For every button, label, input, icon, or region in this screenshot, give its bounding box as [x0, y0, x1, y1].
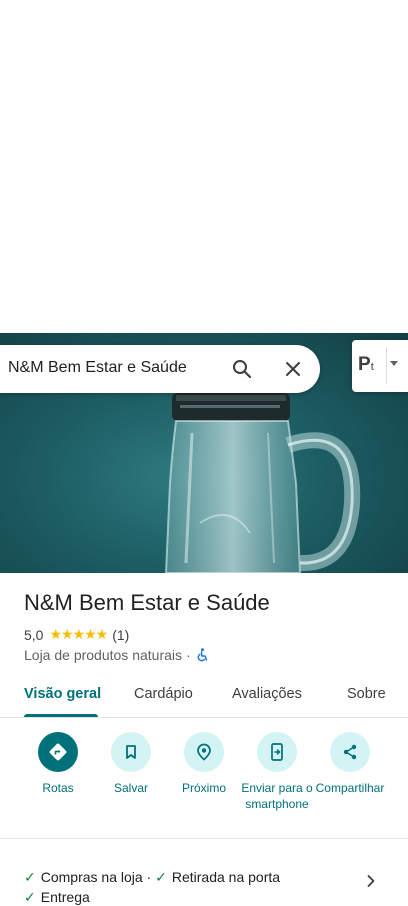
share-button[interactable]: Compartilhar	[310, 732, 390, 796]
divider	[386, 348, 387, 384]
category-row: Loja de produtos naturais ·	[24, 647, 209, 663]
review-count[interactable]: (1)	[112, 627, 129, 643]
nearby-icon	[184, 732, 224, 772]
star-rating-icon: ★★★★★	[49, 626, 108, 642]
directions-icon	[38, 732, 78, 772]
language-icon: Pt	[358, 354, 374, 375]
service-options[interactable]: ✓ Compras na loja · ✓ Retirada na porta ✓ E…	[24, 867, 364, 906]
search-button[interactable]	[228, 355, 256, 383]
save-label: Salvar	[113, 781, 148, 795]
search-icon	[233, 360, 252, 379]
send-to-phone-icon	[257, 732, 297, 772]
rating-row[interactable]: 5,0 ★★★★★ (1)	[24, 626, 129, 643]
close-icon	[286, 362, 300, 376]
directions-button[interactable]: Rotas	[18, 732, 98, 796]
save-button[interactable]: Salvar	[91, 732, 171, 796]
service-item: ✓ Retirada na porta	[155, 869, 281, 885]
send-to-phone-button[interactable]: Enviar para o smartphone	[237, 732, 317, 812]
tab-menu[interactable]: Cardápio	[134, 686, 193, 702]
directions-label: Rotas	[42, 781, 74, 795]
chevron-right-icon[interactable]	[364, 874, 378, 888]
share-icon	[330, 732, 370, 772]
nearby-button[interactable]: Próximo	[164, 732, 244, 796]
service-item: ✓ Entrega	[24, 889, 90, 905]
tab-overview[interactable]: Visão geral	[24, 686, 101, 702]
place-title: N&M Bem Estar e Saúde	[24, 590, 270, 615]
search-box[interactable]: N&M Bem Estar e Saúde	[0, 345, 320, 393]
chevron-down-icon[interactable]	[390, 361, 398, 366]
tab-reviews[interactable]: Avaliações	[232, 686, 302, 702]
section-divider	[0, 838, 408, 839]
close-search-button[interactable]	[279, 355, 307, 383]
map-options-button[interactable]: Pt	[352, 340, 408, 392]
send-to-phone-label: Enviar para o smartphone	[241, 781, 313, 811]
active-tab-indicator	[24, 714, 98, 717]
service-item: ✓ Compras na loja ·	[24, 869, 156, 885]
wheelchair-accessible-icon	[197, 648, 207, 662]
action-bar: Rotas Salvar Próximo Enviar para o smart…	[0, 732, 408, 832]
check-icon: ✓	[24, 889, 36, 905]
place-category[interactable]: Loja de produtos naturais	[24, 647, 182, 663]
separator-dot: ·	[186, 647, 191, 663]
check-icon: ✓	[155, 869, 167, 885]
nearby-label: Próximo	[181, 781, 226, 795]
tab-bar: Visão geral Cardápio Avaliações Sobre	[0, 674, 408, 718]
tab-about[interactable]: Sobre	[347, 686, 386, 702]
share-label: Compartilhar	[315, 781, 385, 795]
place-panel: N&M Bem Estar e Saúde Pt N&M Bem Estar e…	[0, 0, 408, 906]
bookmark-icon	[111, 732, 151, 772]
check-icon: ✓	[24, 869, 36, 885]
rating-value: 5,0	[24, 626, 44, 643]
search-input[interactable]: N&M Bem Estar e Saúde	[8, 359, 187, 377]
